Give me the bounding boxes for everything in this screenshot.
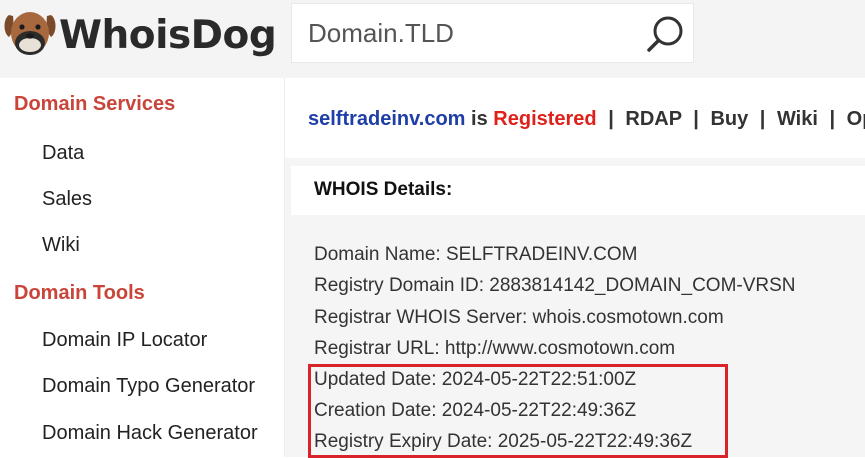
search-box (291, 3, 694, 63)
section-heading-domain-services: Domain Services (14, 93, 176, 115)
search-input[interactable] (292, 4, 632, 62)
separator: | (693, 108, 699, 130)
search-icon (647, 16, 683, 52)
whois-line-registrar-url: Registrar URL: http://www.cosmotown.com (314, 338, 676, 359)
section-heading-domain-tools: Domain Tools (14, 282, 145, 304)
whois-line-registry-domain-id: Registry Domain ID: 2883814142_DOMAIN_CO… (314, 275, 796, 296)
status-badge: Registered (493, 108, 597, 130)
whois-details-title: WHOIS Details: (314, 179, 453, 200)
sidebar (0, 78, 284, 457)
sidebar-item-domain-typo-generator[interactable]: Domain Typo Generator (42, 375, 255, 398)
whois-details-header: WHOIS Details: (291, 166, 865, 215)
dates-highlight-box (308, 364, 728, 458)
logo[interactable]: WhoisDog (3, 5, 277, 65)
whois-line-domain-name: Domain Name: SELFTRADEINV.COM (314, 244, 638, 265)
sidebar-item-domain-ip-locator[interactable]: Domain IP Locator (42, 329, 207, 352)
logo-text: WhoisDog (59, 12, 277, 58)
buy-link[interactable]: Buy (710, 108, 748, 130)
dog-icon (4, 12, 56, 55)
domain-link[interactable]: selftradeinv.com (308, 108, 465, 130)
search-button[interactable] (644, 13, 686, 55)
status-is-text: is (471, 108, 488, 130)
whois-line-registrar-whois-server: Registrar WHOIS Server: whois.cosmotown.… (314, 307, 724, 328)
open-link[interactable]: Open (847, 108, 865, 130)
rdap-link[interactable]: RDAP (625, 108, 681, 130)
sidebar-item-sales[interactable]: Sales (42, 188, 92, 211)
separator: | (608, 108, 614, 130)
separator: | (759, 108, 766, 130)
sidebar-item-wiki[interactable]: Wiki (42, 234, 80, 257)
sidebar-item-domain-hack-generator[interactable]: Domain Hack Generator (42, 422, 258, 445)
wiki-link[interactable]: Wiki (777, 108, 818, 130)
separator: | (829, 108, 836, 130)
sidebar-item-data[interactable]: Data (42, 142, 84, 165)
domain-status-line: selftradeinv.com is Registered | RDAP | … (308, 108, 865, 131)
